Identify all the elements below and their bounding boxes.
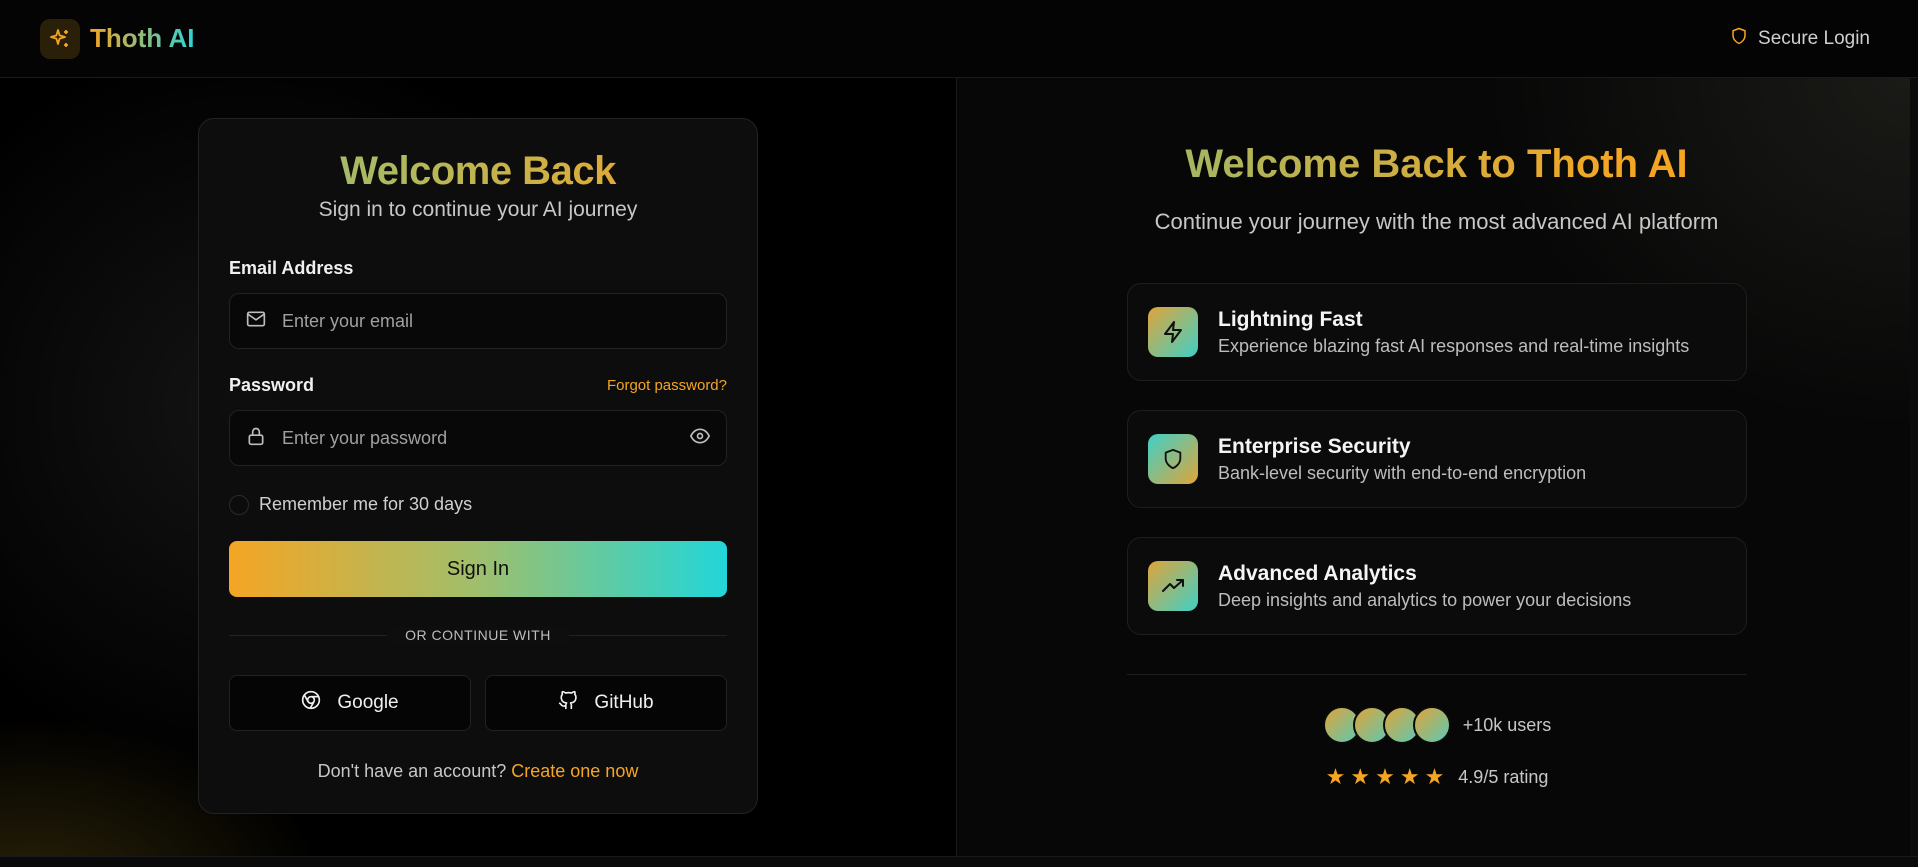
social-login-row: Google GitHub <box>229 675 727 731</box>
remember-me-row: Remember me for 30 days <box>229 494 727 515</box>
feature-card: Lightning Fast Experience blazing fast A… <box>1127 283 1747 381</box>
scrollbar[interactable] <box>1910 78 1918 856</box>
feature-card: Advanced Analytics Deep insights and ana… <box>1127 537 1747 635</box>
star-icon: ★ <box>1375 764 1395 789</box>
signup-prompt: Don't have an account? Create one now <box>229 761 727 782</box>
brand[interactable]: Thoth AI <box>40 18 195 59</box>
feature-card: Enterprise Security Bank-level security … <box>1127 410 1747 508</box>
lock-icon <box>246 426 266 451</box>
divider-label: OR CONTINUE WITH <box>387 627 569 643</box>
rating-row: ★ ★ ★ ★ ★ 4.9/5 rating <box>957 766 1917 788</box>
avatar <box>1412 706 1451 744</box>
secure-login-label: Secure Login <box>1758 27 1870 49</box>
mail-icon <box>246 310 266 333</box>
feature-title: Enterprise Security <box>1218 434 1411 458</box>
eye-icon[interactable] <box>689 427 711 449</box>
promo-panel: Welcome Back to Thoth AI Continue your j… <box>956 78 1916 856</box>
remember-me-checkbox[interactable] <box>229 494 249 515</box>
star-icon: ★ <box>1399 764 1420 789</box>
shield-icon <box>1730 26 1748 52</box>
password-field-container <box>229 410 727 466</box>
login-card: Welcome Back Sign in to continue your AI… <box>198 118 758 814</box>
rating-value: 4.9/5 rating <box>1458 766 1549 787</box>
sign-in-button[interactable]: Sign In <box>229 541 727 597</box>
google-label: Google <box>337 692 399 713</box>
star-icon: ★ <box>1350 764 1371 789</box>
feature-desc: Deep insights and analytics to power you… <box>1218 589 1632 610</box>
email-field-container <box>229 293 727 349</box>
signup-prompt-text: Don't have an account? <box>317 761 507 781</box>
secure-login-indicator: Secure Login <box>1730 26 1870 52</box>
remember-me-label[interactable]: Remember me for 30 days <box>259 494 472 515</box>
chrome-icon <box>301 690 321 716</box>
star-icon: ★ <box>1325 764 1346 789</box>
trending-up-icon <box>1148 561 1198 611</box>
feature-title: Advanced Analytics <box>1218 561 1417 585</box>
google-button[interactable]: Google <box>229 675 471 731</box>
feature-desc: Experience blazing fast AI responses and… <box>1218 335 1690 356</box>
github-icon <box>558 690 578 716</box>
email-input[interactable] <box>282 310 710 332</box>
promo-subtitle: Continue your journey with the most adva… <box>1154 209 1719 234</box>
forgot-password-link[interactable]: Forgot password? <box>607 377 727 394</box>
brand-name: Thoth AI <box>90 23 195 53</box>
top-header: Thoth AI Secure Login <box>0 0 1918 78</box>
login-subtitle: Sign in to continue your AI journey <box>318 198 638 221</box>
promo-divider <box>1127 674 1747 675</box>
bottom-strip <box>0 856 1918 867</box>
feature-title: Lightning Fast <box>1218 307 1363 331</box>
password-label: Password <box>229 375 315 395</box>
rating-stars: ★ ★ ★ ★ ★ <box>1326 766 1445 788</box>
password-input[interactable] <box>282 427 674 449</box>
login-panel: Welcome Back Sign in to continue your AI… <box>0 78 956 856</box>
feature-desc: Bank-level security with end-to-end encr… <box>1218 462 1587 483</box>
star-icon: ★ <box>1424 764 1445 789</box>
or-divider: OR CONTINUE WITH <box>229 625 727 645</box>
github-button[interactable]: GitHub <box>485 675 727 731</box>
login-title: Welcome Back <box>229 149 727 194</box>
email-label: Email Address <box>229 258 354 278</box>
create-account-link[interactable]: Create one now <box>511 761 638 781</box>
users-count: +10k users <box>1462 714 1552 735</box>
lightning-icon <box>1148 307 1198 357</box>
avatar-stack <box>1322 706 1451 744</box>
promo-title: Welcome Back to Thoth AI <box>957 142 1916 187</box>
shield-icon <box>1148 434 1198 484</box>
sparkles-icon <box>40 18 80 59</box>
users-row: +10k users <box>957 706 1917 744</box>
github-label: GitHub <box>594 692 654 713</box>
feature-list: Lightning Fast Experience blazing fast A… <box>1127 283 1747 664</box>
